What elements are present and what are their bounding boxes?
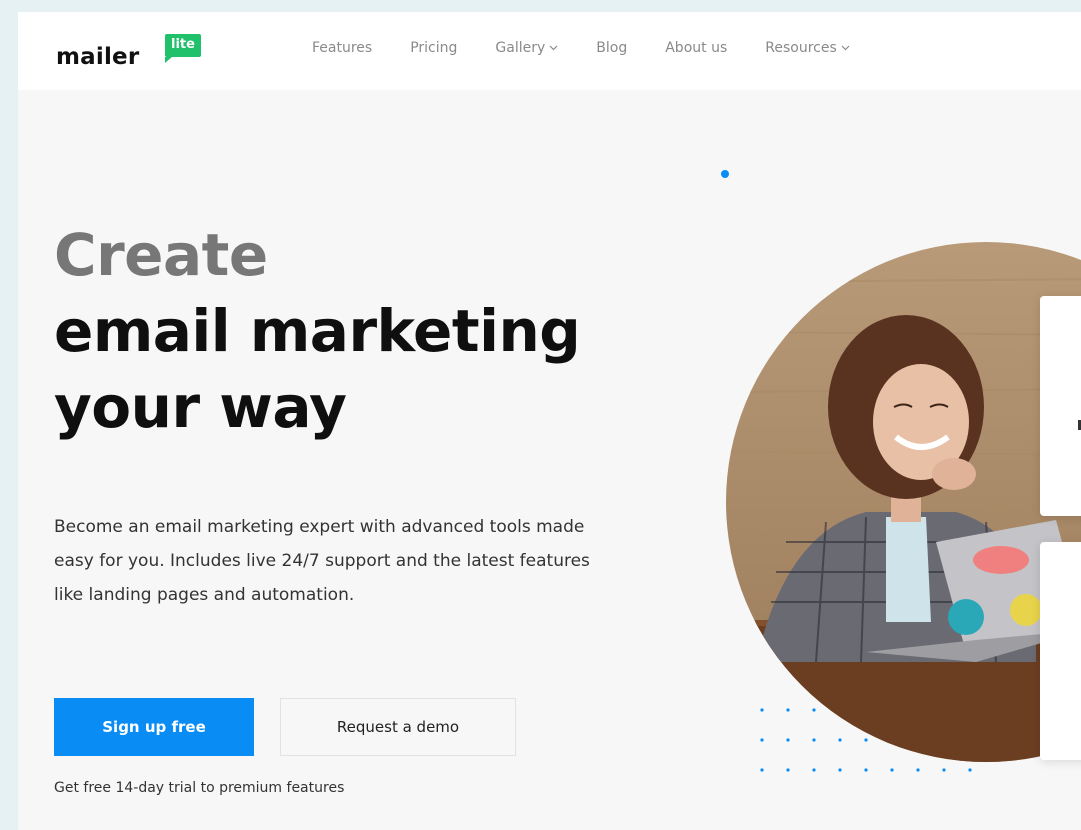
top-navigation-bar: mailer lite Features Pricing Gallery Blo… — [18, 12, 1081, 90]
hero-description: Become an email marketing expert with ad… — [54, 517, 590, 605]
nav-item-resources[interactable]: Resources — [765, 40, 850, 56]
preview-card-top — [1040, 296, 1081, 516]
sign-up-free-button[interactable]: Sign up free — [54, 698, 254, 756]
hero-photo — [726, 242, 1081, 762]
nav-item-gallery[interactable]: Gallery — [495, 40, 558, 56]
decorative-dot — [721, 170, 729, 178]
request-demo-button[interactable]: Request a demo — [280, 698, 516, 756]
nav-item-label: Pricing — [410, 40, 458, 56]
nav-item-label: Gallery — [495, 40, 546, 56]
nav-item-features[interactable]: Features — [312, 40, 372, 56]
nav-item-label: Resources — [765, 40, 837, 56]
headline-line-1: Create — [54, 221, 268, 289]
nav-item-about-us[interactable]: About us — [665, 40, 727, 56]
chevron-down-icon — [841, 43, 850, 54]
nav-item-label: About us — [665, 40, 728, 56]
nav-item-pricing[interactable]: Pricing — [410, 40, 457, 56]
headline-line-3: your way — [54, 373, 347, 441]
main-nav: Features Pricing Gallery Blog About us R… — [312, 40, 888, 56]
headline-line-2: email marketing — [54, 297, 581, 365]
nav-item-blog[interactable]: Blog — [596, 40, 627, 56]
logo-wordmark: mailer — [56, 44, 140, 70]
logo-badge: lite — [165, 34, 201, 63]
hero-headline: Create email marketing your way — [54, 217, 581, 445]
chevron-down-icon — [549, 43, 558, 54]
preview-card-bottom — [1040, 542, 1081, 760]
nav-item-label: Blog — [596, 40, 628, 56]
page-frame: mailer lite Features Pricing Gallery Blo… — [18, 12, 1081, 830]
nav-item-label: Features — [312, 40, 373, 56]
trial-note: Get free 14-day trial to premium feature… — [54, 780, 345, 796]
